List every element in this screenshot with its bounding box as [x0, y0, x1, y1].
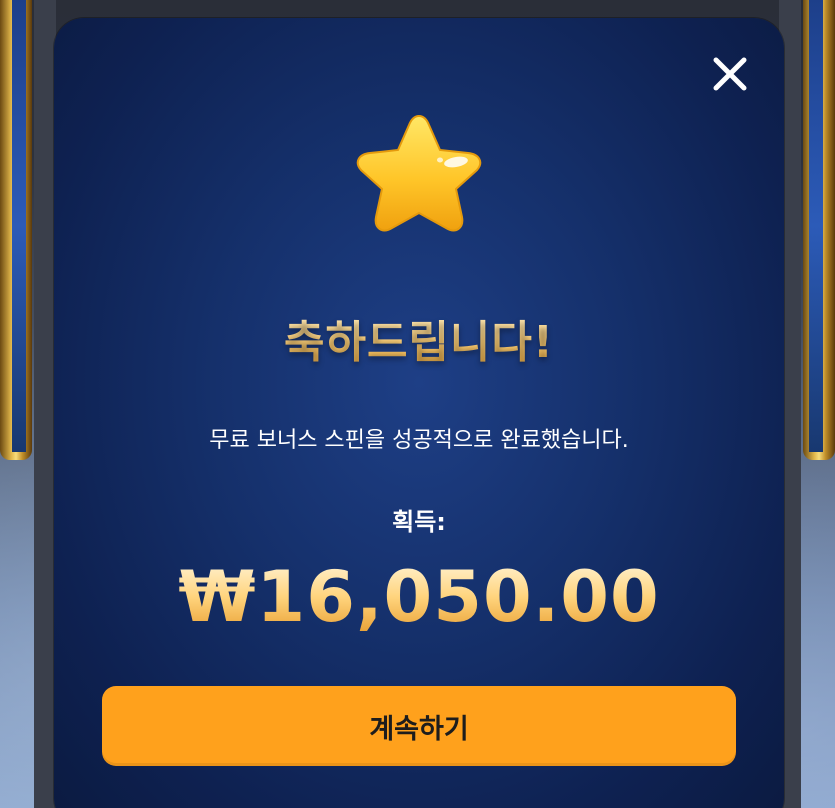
congrats-title: 축하드립니다!	[54, 306, 784, 370]
bonus-complete-modal: 축하드립니다! 무료 보너스 스핀을 성공적으로 완료했습니다. 획득: ₩16…	[54, 18, 784, 808]
close-button[interactable]	[710, 54, 750, 94]
winnings-amount: ₩16,050.00	[54, 556, 784, 638]
close-icon	[713, 57, 747, 91]
earned-label: 획득:	[392, 508, 446, 536]
continue-button-label: 계속하기	[369, 713, 469, 744]
reel-frame-right	[803, 0, 835, 460]
completion-message: 무료 보너스 스핀을 성공적으로 완료했습니다.	[209, 428, 629, 453]
side-panel-left	[34, 0, 56, 808]
star-icon	[344, 110, 494, 250]
continue-button[interactable]: 계속하기	[102, 686, 736, 766]
reel-frame-left	[0, 0, 32, 460]
